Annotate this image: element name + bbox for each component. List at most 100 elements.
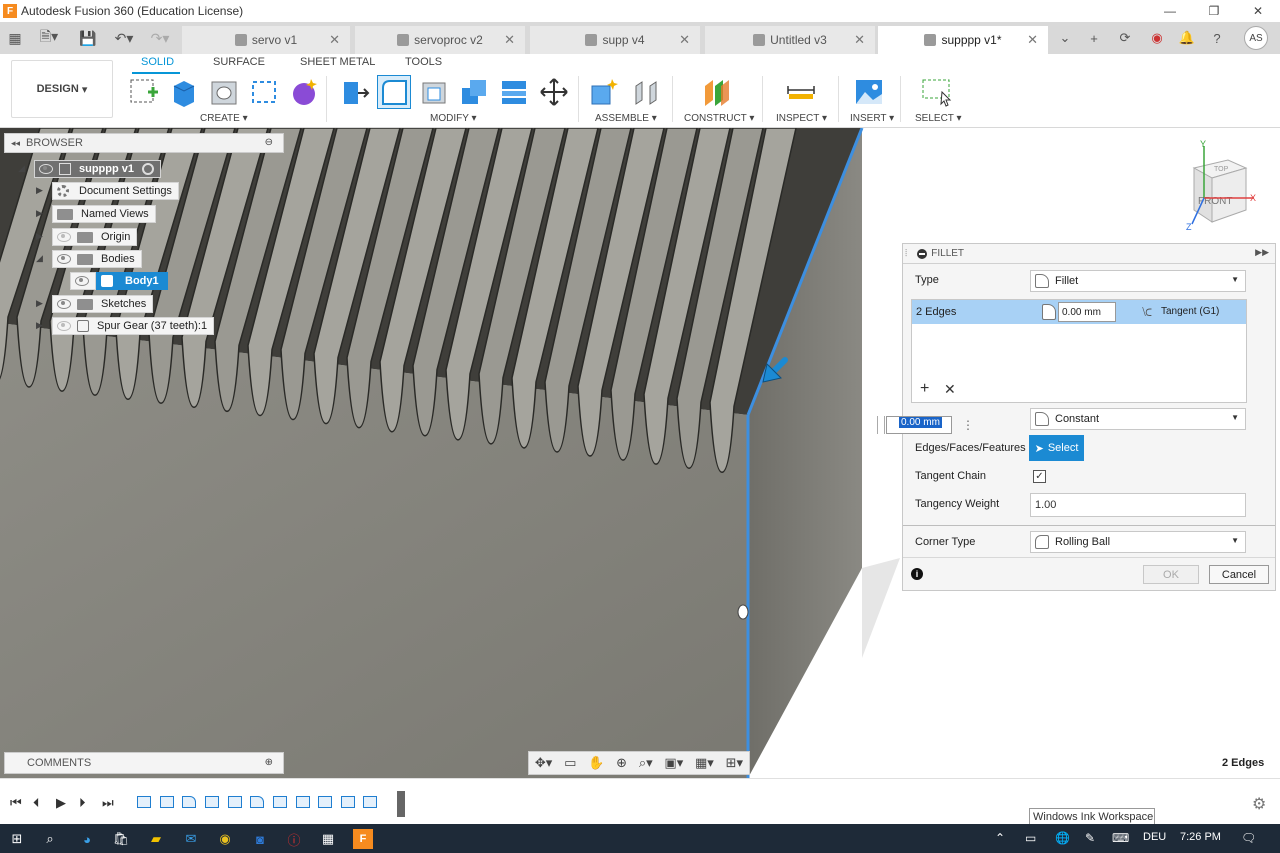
save-icon[interactable]: 💾	[78, 22, 98, 54]
remove-selection-set-button[interactable]: ✕	[944, 381, 956, 398]
fillet-icon[interactable]	[377, 75, 411, 109]
inspect-menu[interactable]: INSPECT ▾	[776, 113, 827, 124]
edge-set-row[interactable]: 2 Edges 0.00 mm ⟈ Tangent (G1)	[912, 300, 1246, 324]
press-pull-icon[interactable]	[338, 76, 370, 108]
combine-icon[interactable]	[458, 76, 490, 108]
hidden-eye-icon[interactable]	[57, 321, 71, 331]
orbit-icon[interactable]: ✥▾	[535, 755, 552, 771]
continuity-icon[interactable]: ⟈	[1142, 305, 1152, 320]
go-to-end-icon[interactable]: ⏭	[102, 795, 114, 811]
hole-icon[interactable]	[208, 76, 240, 108]
file-menu-icon[interactable]: 🗎▾	[34, 22, 64, 54]
close-tab-icon[interactable]: ✕	[1027, 32, 1038, 48]
tab-supp-v4[interactable]: supp v4 ✕	[530, 26, 700, 54]
continuity-label[interactable]: Tangent (G1)	[1161, 306, 1219, 317]
tab-overflow-icon[interactable]: ⌄	[1054, 27, 1076, 49]
offset-plane-icon[interactable]	[701, 76, 733, 108]
tree-item-bodies[interactable]: ◢ Bodies	[36, 250, 142, 268]
collapse-arrow-icon[interactable]: ◢	[36, 253, 48, 265]
radius-type-icon[interactable]	[1042, 304, 1056, 320]
visibility-eye-icon[interactable]	[57, 254, 71, 264]
tree-root[interactable]: ◢ supppp v1	[18, 160, 162, 178]
extensions-icon[interactable]: ⟳	[1114, 27, 1136, 49]
browser-panel-header[interactable]: ◂◂ BROWSER ⊖	[4, 133, 284, 153]
collapse-arrow-icon[interactable]: ◢	[18, 163, 30, 175]
tab-solid[interactable]: SOLID	[141, 56, 174, 72]
type-dropdown[interactable]: Fillet ▼	[1030, 270, 1246, 292]
timeline-marker[interactable]	[397, 791, 405, 817]
radius-drag-handle[interactable]	[877, 416, 885, 434]
browser-pin-icon[interactable]: ⊖	[265, 137, 273, 148]
select-menu[interactable]: SELECT ▾	[915, 113, 962, 124]
tree-item-sketches[interactable]: ▶ Sketches	[36, 295, 154, 313]
expand-dialog-icon[interactable]: ▶▶	[1255, 247, 1269, 258]
expand-arrow-icon[interactable]: ▶	[36, 298, 48, 310]
store-icon[interactable]: 🛍	[111, 829, 131, 849]
clock[interactable]: 7:26 PM	[1180, 831, 1221, 843]
timeline-feature-icon[interactable]	[250, 796, 264, 808]
modify-menu[interactable]: MODIFY ▾	[430, 113, 477, 124]
job-status-icon[interactable]: ◉	[1146, 27, 1168, 49]
battery-icon[interactable]: ▭	[1025, 831, 1036, 845]
timeline-feature-icon[interactable]	[137, 796, 151, 808]
tab-sheet-metal[interactable]: SHEET METAL	[300, 56, 375, 72]
zoom-icon[interactable]: ⊕	[616, 755, 627, 771]
collapse-dialog-icon[interactable]	[917, 248, 928, 259]
insert-image-icon[interactable]	[853, 76, 885, 108]
radius-input-field[interactable]: 0.00 mm	[886, 416, 952, 434]
create-menu[interactable]: CREATE ▾	[200, 113, 248, 124]
select-edges-button[interactable]: ➤ Select	[1029, 435, 1084, 461]
close-tab-icon[interactable]: ✕	[329, 32, 340, 48]
info-icon[interactable]: i	[911, 568, 923, 580]
new-tab-icon[interactable]: +	[1083, 27, 1105, 49]
expand-arrow-icon[interactable]: ▶	[36, 208, 48, 220]
language-indicator[interactable]: DEU	[1143, 831, 1166, 843]
tree-item-named-views[interactable]: ▶ Named Views	[36, 205, 156, 223]
close-tab-icon[interactable]: ✕	[679, 32, 690, 48]
step-back-icon[interactable]: ⏴	[33, 795, 40, 811]
fusion-taskbar-icon[interactable]: F	[353, 829, 373, 849]
workspace-switcher[interactable]: DESIGN ▾	[11, 60, 113, 118]
fit-icon[interactable]: ⌕▾	[639, 755, 653, 771]
edge-point-handle[interactable]	[737, 604, 749, 620]
gear-icon[interactable]: ⚙	[1252, 794, 1266, 814]
timeline-feature-icon[interactable]	[341, 796, 355, 808]
help-icon[interactable]: ?	[1206, 27, 1228, 49]
play-icon[interactable]: ▶	[56, 795, 66, 811]
action-center-icon[interactable]: 🗨	[1241, 831, 1256, 845]
keyboard-icon[interactable]: ⌨	[1112, 831, 1129, 845]
create-sketch-icon[interactable]	[128, 76, 160, 108]
tray-overflow-icon[interactable]: ⌃	[995, 831, 1005, 845]
timeline-feature-icon[interactable]	[273, 796, 287, 808]
minimize-button[interactable]: —	[1148, 0, 1192, 22]
tab-servoproc-v2[interactable]: servoproc v2 ✕	[355, 26, 525, 54]
apps-grid-icon[interactable]: ▦	[4, 22, 26, 54]
outlook-icon[interactable]: ◙	[250, 829, 270, 849]
pen-icon[interactable]: ✎	[1085, 831, 1095, 845]
assemble-menu[interactable]: ASSEMBLE ▾	[595, 113, 657, 124]
extrude-icon[interactable]	[168, 76, 200, 108]
file-explorer-icon[interactable]: ▰	[146, 829, 166, 849]
viewports-icon[interactable]: ⊞▾	[726, 755, 743, 771]
collapse-browser-icon[interactable]: ◂◂	[11, 138, 20, 149]
expand-arrow-icon[interactable]: ▶	[36, 231, 48, 243]
corner-type-dropdown[interactable]: Rolling Ball ▼	[1030, 531, 1246, 553]
tree-item-origin[interactable]: ▶ Origin	[36, 228, 138, 246]
tangent-chain-checkbox[interactable]: ✓	[1033, 470, 1046, 483]
avatar[interactable]: AS	[1244, 26, 1268, 50]
close-tab-icon[interactable]: ✕	[504, 32, 515, 48]
timeline-feature-icon[interactable]	[160, 796, 174, 808]
construct-menu[interactable]: CONSTRUCT ▾	[684, 113, 754, 124]
hidden-eye-icon[interactable]	[57, 232, 71, 242]
create-form-icon[interactable]	[288, 76, 320, 108]
activate-radio-icon[interactable]	[142, 163, 155, 175]
ok-button[interactable]: OK	[1143, 565, 1199, 584]
comments-panel[interactable]: COMMENTS ⊕	[4, 752, 284, 774]
app-i-icon[interactable]: ⓘ	[284, 829, 304, 849]
redo-icon[interactable]: ↷▾	[144, 22, 176, 54]
timeline-feature-icon[interactable]	[205, 796, 219, 808]
fillet-dialog-header[interactable]: ⦙ FILLET ▶▶	[903, 244, 1275, 264]
visibility-eye-icon[interactable]	[39, 164, 53, 174]
tab-tools[interactable]: TOOLS	[405, 56, 442, 72]
expand-arrow-icon[interactable]: ▶	[36, 185, 48, 197]
